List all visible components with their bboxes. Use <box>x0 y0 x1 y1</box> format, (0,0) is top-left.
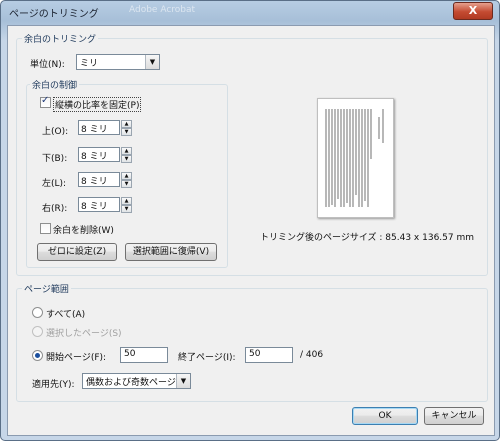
right-margin-input[interactable]: 8 ミリ <box>78 197 120 212</box>
page-range-legend: ページ範囲 <box>22 282 71 295</box>
close-button[interactable]: X <box>453 2 493 20</box>
window-title: ページのトリミング <box>9 9 99 20</box>
set-zero-button[interactable]: ゼロに設定(Z) <box>37 243 117 261</box>
apply-to-value: 偶数および奇数ページ <box>86 378 176 388</box>
arrow-up-icon[interactable]: ▲ <box>121 120 132 128</box>
close-icon: X <box>468 4 478 17</box>
unit-label: 単位(N): <box>30 60 65 70</box>
apply-to-label: 適用先(Y): <box>32 380 75 390</box>
unit-select-value: ミリ <box>80 59 99 69</box>
chevron-down-icon: ▼ <box>145 55 159 69</box>
margin-group-legend: 余白のトリミング <box>22 32 99 45</box>
left-margin-input[interactable]: 8 ミリ <box>78 172 120 187</box>
chevron-down-icon: ▼ <box>176 374 190 388</box>
right-margin-spinner[interactable]: 8 ミリ ▲ ▼ <box>78 197 132 213</box>
bottom-margin-label: 下(B): <box>42 154 68 164</box>
background-app-title: Adobe Acrobat <box>129 5 196 15</box>
top-margin-spinner[interactable]: 8 ミリ ▲ ▼ <box>78 120 132 136</box>
trimmed-page-size: トリミング後のページサイズ : 85.43 x 136.57 mm <box>260 233 475 243</box>
unit-select[interactable]: ミリ ▼ <box>76 54 160 70</box>
right-margin-label: 右(R): <box>42 204 68 214</box>
bottom-margin-spinner[interactable]: 8 ミリ ▲ ▼ <box>78 147 132 163</box>
top-margin-label: 上(O): <box>42 127 69 137</box>
dialog-window: ページのトリミング Adobe Acrobat X 余白のトリミング 単位(N)… <box>0 0 500 441</box>
arrow-up-icon[interactable]: ▲ <box>121 172 132 180</box>
arrow-up-icon[interactable]: ▲ <box>121 147 132 155</box>
arrow-down-icon[interactable]: ▼ <box>121 155 132 163</box>
selected-pages-radio[interactable] <box>32 326 43 337</box>
remove-white-label[interactable]: 余白を削除(W) <box>53 223 114 236</box>
page-to-input[interactable]: 50 <box>245 347 293 363</box>
left-margin-spinner[interactable]: 8 ミリ ▲ ▼ <box>78 172 132 188</box>
bottom-margin-input[interactable]: 8 ミリ <box>78 147 120 162</box>
dialog-body: 余白のトリミング 単位(N): ミリ ▼ 余白の制御 ✓ 縦横の比率を固定(P)… <box>7 25 495 436</box>
revert-selection-button[interactable]: 選択範囲に復帰(V) <box>125 243 217 261</box>
remove-white-checkbox[interactable] <box>40 223 51 234</box>
apply-to-select[interactable]: 偶数および奇数ページ ▼ <box>82 373 191 389</box>
keep-ratio-checkbox[interactable]: ✓ <box>40 95 51 108</box>
all-pages-label[interactable]: すべて(A) <box>46 307 85 320</box>
left-margin-label: 左(L): <box>42 179 67 189</box>
cancel-button[interactable]: キャンセル <box>424 407 484 425</box>
page-preview <box>317 98 394 218</box>
keep-ratio-label[interactable]: 縦横の比率を固定(P) <box>53 97 142 112</box>
top-margin-input[interactable]: 8 ミリ <box>78 120 120 135</box>
margin-control-legend: 余白の制御 <box>30 78 80 91</box>
page-from-radio[interactable] <box>32 350 43 361</box>
title-bar[interactable]: ページのトリミング Adobe Acrobat X <box>1 1 499 23</box>
ok-button[interactable]: OK <box>352 407 418 425</box>
page-preview-text <box>325 109 384 207</box>
page-from-label[interactable]: 開始ページ(F): <box>46 350 106 363</box>
radio-selected-icon <box>35 353 40 358</box>
arrow-down-icon[interactable]: ▼ <box>121 128 132 136</box>
selected-pages-label: 選択したページ(S) <box>46 329 122 339</box>
check-icon: ✓ <box>41 95 50 106</box>
page-from-input[interactable]: 50 <box>120 347 168 363</box>
page-to-label: 終了ページ(I): <box>178 353 236 363</box>
all-pages-radio[interactable] <box>32 307 43 318</box>
arrow-down-icon[interactable]: ▼ <box>121 205 132 213</box>
arrow-down-icon[interactable]: ▼ <box>121 180 132 188</box>
arrow-up-icon[interactable]: ▲ <box>121 197 132 205</box>
total-pages: / 406 <box>300 350 324 360</box>
